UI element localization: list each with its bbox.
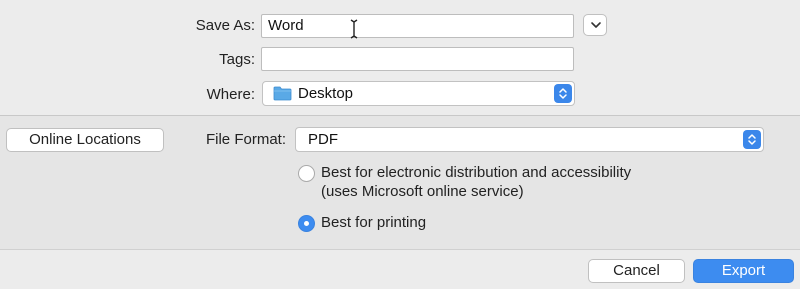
file-format-label: File Format: bbox=[205, 131, 286, 148]
export-button[interactable]: Export bbox=[693, 259, 794, 283]
radio-best-for-printing[interactable] bbox=[298, 215, 315, 232]
option-electronic-label: Best for electronic distribution and acc… bbox=[321, 164, 632, 181]
where-value: Desktop bbox=[298, 85, 354, 102]
file-format-value: PDF bbox=[308, 131, 338, 148]
cancel-button[interactable]: Cancel bbox=[588, 259, 685, 283]
expand-dialog-button[interactable] bbox=[583, 14, 607, 36]
file-format-popup[interactable]: PDF bbox=[295, 127, 764, 152]
online-locations-button[interactable]: Online Locations bbox=[6, 128, 164, 152]
online-locations-label: Online Locations bbox=[29, 131, 141, 148]
tags-field[interactable] bbox=[261, 47, 574, 71]
where-label: Where: bbox=[206, 86, 255, 103]
radio-electronic-distribution[interactable] bbox=[298, 165, 315, 182]
save-as-field[interactable]: Word bbox=[261, 14, 574, 38]
cancel-label: Cancel bbox=[613, 262, 660, 279]
export-label: Export bbox=[721, 262, 766, 279]
save-as-value: Word bbox=[268, 17, 304, 34]
option-electronic-sublabel: (uses Microsoft online service) bbox=[321, 183, 524, 200]
popup-stepper-icon bbox=[743, 130, 761, 149]
save-as-label: Save As: bbox=[195, 17, 255, 34]
option-printing-label: Best for printing bbox=[321, 214, 427, 231]
where-popup[interactable]: Desktop bbox=[262, 81, 575, 106]
popup-stepper-icon bbox=[554, 84, 572, 103]
folder-icon bbox=[273, 86, 292, 105]
chevron-down-icon bbox=[591, 22, 601, 28]
text-cursor-icon bbox=[349, 19, 359, 39]
tags-label: Tags: bbox=[219, 51, 255, 68]
